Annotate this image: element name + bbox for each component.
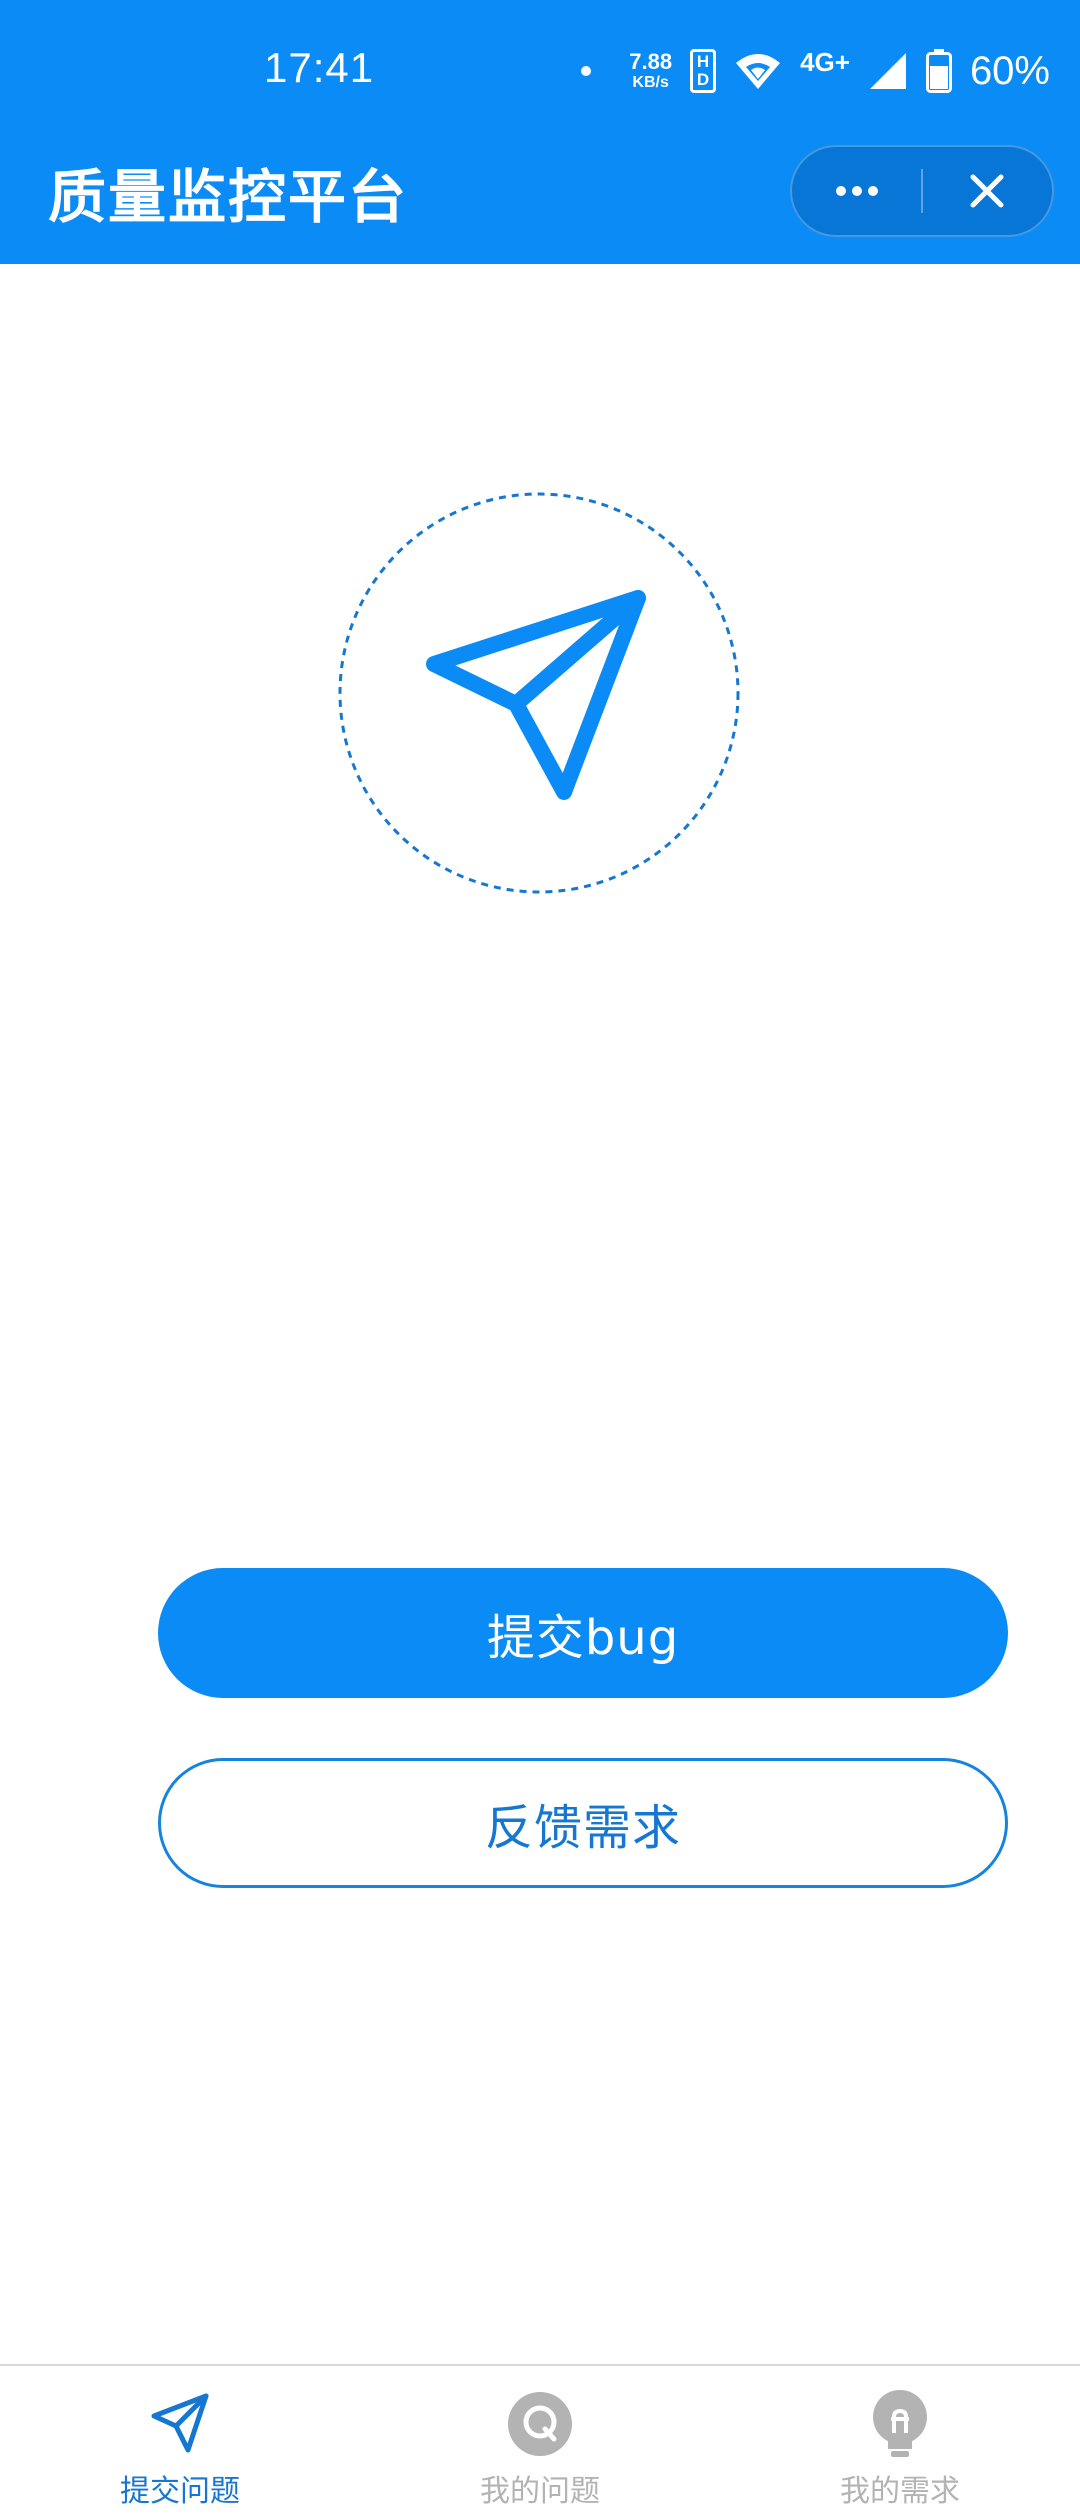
battery-icon bbox=[925, 49, 952, 93]
battery-percent: 60% bbox=[969, 48, 1050, 93]
tab-submit-issue[interactable]: 提交问题 bbox=[0, 2366, 360, 2520]
tab-label: 提交问题 bbox=[120, 2474, 240, 2509]
feedback-request-button[interactable]: 反馈需求 bbox=[158, 1758, 1008, 1888]
top-bar: 17:41 7.88 KB/s H D 4G+ 60% 质量监控平台 bbox=[0, 0, 1080, 264]
status-time: 17:41 bbox=[264, 44, 375, 91]
tab-my-requests[interactable]: 我的需求 bbox=[720, 2366, 1080, 2520]
tab-my-issues[interactable]: 我的问题 bbox=[360, 2366, 720, 2520]
tab-icon-wrap bbox=[144, 2388, 216, 2460]
tab-icon-wrap bbox=[864, 2388, 936, 2460]
more-button[interactable] bbox=[792, 147, 921, 235]
hd-voice-icon: H D bbox=[690, 49, 717, 93]
paper-plane-icon bbox=[338, 492, 740, 894]
network-speed-value: 7.88 bbox=[629, 49, 673, 74]
status-icons: 7.88 KB/s H D 4G+ 60% bbox=[581, 36, 1050, 106]
network-speed-unit: KB/s bbox=[632, 74, 669, 91]
notification-dot-icon bbox=[581, 66, 592, 76]
hd-label-bottom: D bbox=[696, 70, 710, 89]
tab-icon-wrap bbox=[504, 2388, 576, 2460]
question-circle-icon bbox=[508, 2392, 572, 2456]
page-title: 质量监控平台 bbox=[48, 163, 409, 231]
more-dots-icon bbox=[835, 186, 878, 196]
wifi-icon bbox=[736, 54, 781, 89]
mini-program-capsule bbox=[790, 145, 1054, 237]
tab-label: 我的问题 bbox=[480, 2474, 600, 2509]
paper-plane-icon bbox=[151, 2393, 209, 2453]
network-speed: 7.88 KB/s bbox=[629, 51, 672, 91]
close-icon bbox=[970, 174, 1004, 208]
close-button[interactable] bbox=[923, 147, 1052, 235]
lightbulb-icon bbox=[873, 2390, 927, 2457]
submit-bug-button[interactable]: 提交bug bbox=[158, 1568, 1008, 1698]
bottom-tab-bar: 提交问题 我的问题 我的需求 bbox=[0, 2364, 1080, 2520]
tab-label: 我的需求 bbox=[840, 2474, 960, 2509]
signal-icon bbox=[869, 53, 906, 89]
network-type: 4G+ bbox=[800, 46, 850, 77]
hero-illustration bbox=[338, 492, 740, 894]
hd-label-top: H bbox=[696, 52, 710, 71]
